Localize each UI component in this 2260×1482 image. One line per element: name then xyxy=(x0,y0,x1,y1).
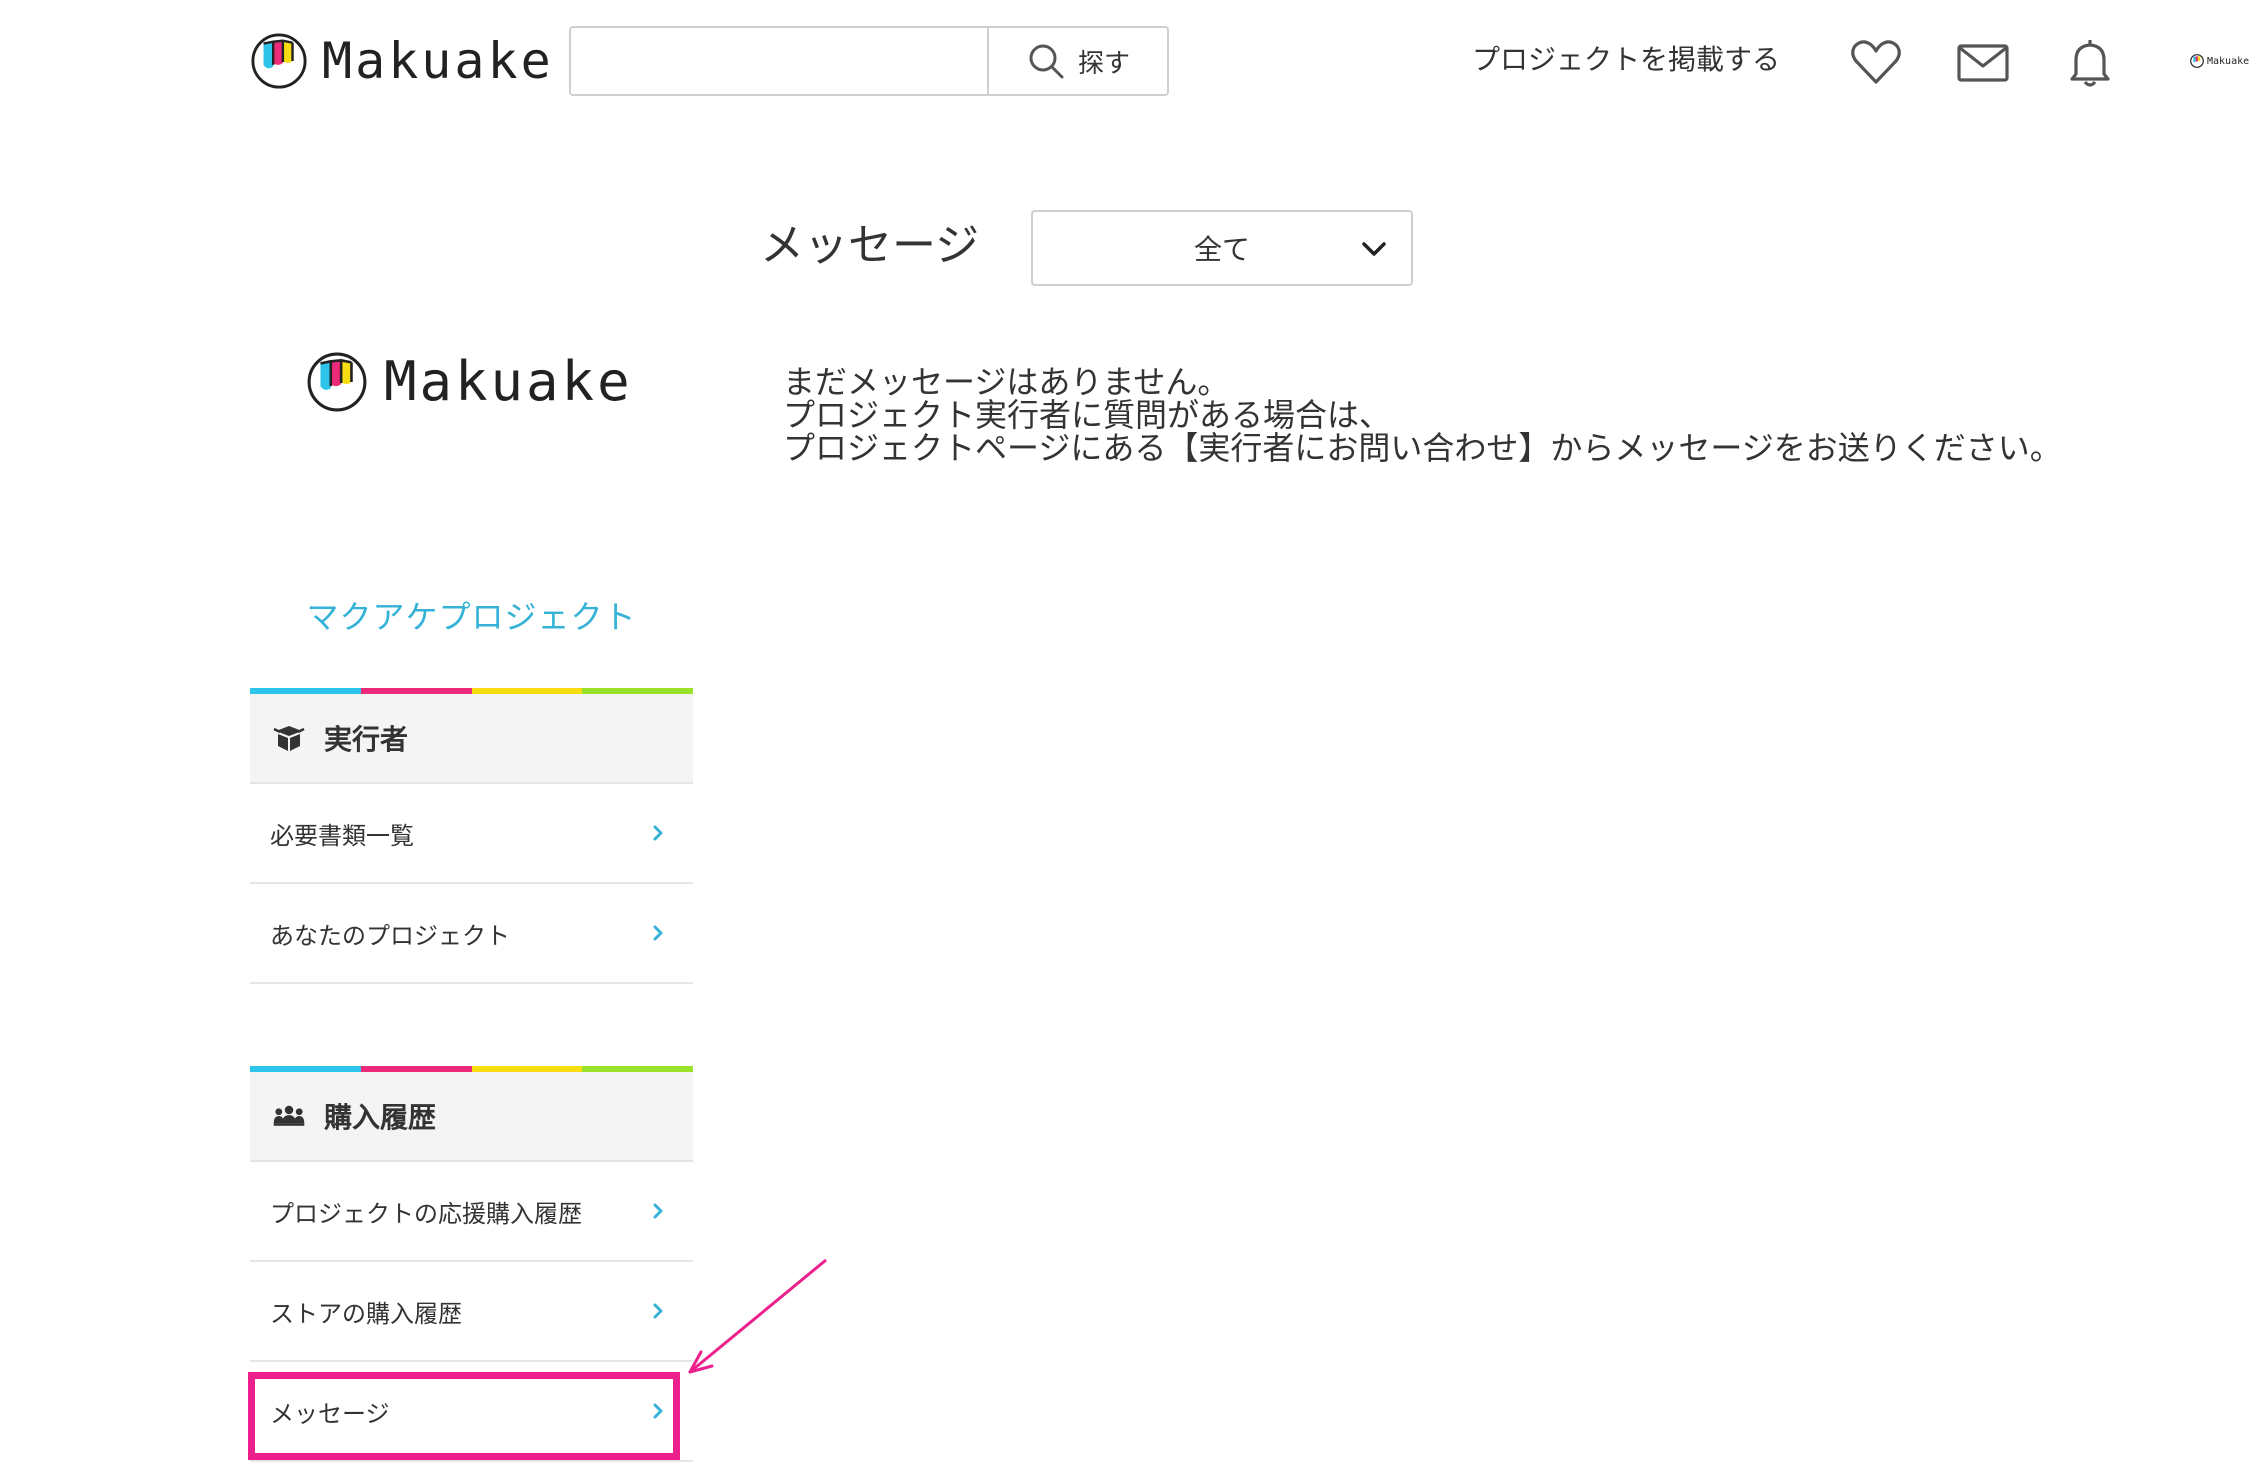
sidebar-item-label: 必要書類一覧 xyxy=(270,821,414,850)
sidebar-item-label: メッセージ xyxy=(270,1399,390,1428)
header-logo[interactable]: Makuake xyxy=(250,30,554,92)
search-icon xyxy=(1029,44,1064,79)
message-filter-select[interactable]: 全て xyxy=(1031,210,1413,286)
heart-icon[interactable] xyxy=(1848,34,1904,90)
search-box: 探す xyxy=(569,26,1169,96)
page-title: メッセージ xyxy=(760,220,980,271)
box-icon xyxy=(273,726,305,751)
sidebar-item-store-purchase-history[interactable]: ストアの購入履歴 xyxy=(250,1262,693,1362)
sidebar-item-messages[interactable]: メッセージ xyxy=(250,1362,693,1462)
sidebar-logo: Makuake xyxy=(306,350,633,414)
logo-text: Makuake xyxy=(322,32,554,90)
sidebar-item-your-projects[interactable]: あなたのプロジェクト xyxy=(250,884,693,984)
makuake-logo-mark xyxy=(251,33,307,89)
chevron-right-icon xyxy=(653,825,663,841)
sidebar-item-project-purchase-history[interactable]: プロジェクトの応援購入履歴 xyxy=(250,1162,693,1262)
brand-color-bar xyxy=(250,688,693,694)
post-project-link[interactable]: プロジェクトを掲載する xyxy=(1472,40,1780,80)
avatar-text: Makuake xyxy=(2207,55,2250,67)
mail-icon[interactable] xyxy=(1955,34,2011,90)
avatar[interactable]: Makuake xyxy=(2190,54,2249,68)
sidebar-section-purchase-history: 購入履歴 プロジェクトの応援購入履歴 ストアの購入履歴 メッセージ xyxy=(250,1066,693,1462)
chevron-right-icon xyxy=(653,925,663,941)
sidebar-title[interactable]: マクアケプロジェクト xyxy=(250,592,693,638)
avatar-logo-icon xyxy=(2190,54,2204,68)
sidebar-logo-text: Makuake xyxy=(384,350,633,413)
brand-color-bar xyxy=(250,1066,693,1072)
search-button-label: 探す xyxy=(1077,48,1130,79)
empty-state-line: プロジェクトページにある【実行者にお問い合わせ】からメッセージをお送りください。 xyxy=(783,429,2062,467)
sidebar-item-label: ストアの購入履歴 xyxy=(270,1299,462,1328)
empty-state-line: まだメッセージはありません。 xyxy=(783,363,1230,401)
empty-state-line: プロジェクト実行者に質問がある場合は、 xyxy=(783,396,1392,434)
sidebar-item-required-documents[interactable]: 必要書類一覧 xyxy=(250,784,693,884)
section-header: 購入履歴 xyxy=(250,1072,693,1162)
section-header: 実行者 xyxy=(250,694,693,784)
sidebar-section-executor: 実行者 必要書類一覧 あなたのプロジェクト xyxy=(250,688,693,984)
chevron-right-icon xyxy=(653,1203,663,1219)
filter-selected-value: 全て xyxy=(1193,233,1250,266)
chevron-down-icon xyxy=(1362,242,1386,256)
people-icon xyxy=(273,1105,305,1126)
chevron-right-icon xyxy=(653,1403,663,1419)
sidebar-item-label: あなたのプロジェクト xyxy=(270,921,510,950)
makuake-logo-mark xyxy=(307,352,367,412)
chevron-right-icon xyxy=(653,1303,663,1319)
bell-icon[interactable] xyxy=(2062,34,2118,90)
section-header-label: 購入履歴 xyxy=(324,1101,437,1134)
search-input[interactable] xyxy=(571,28,987,94)
empty-state-message: まだメッセージはありません。 プロジェクト実行者に質問がある場合は、 プロジェク… xyxy=(783,366,2062,465)
sidebar-item-label: プロジェクトの応援購入履歴 xyxy=(270,1199,582,1228)
search-button[interactable]: 探す xyxy=(987,28,1167,94)
section-header-label: 実行者 xyxy=(324,723,409,756)
